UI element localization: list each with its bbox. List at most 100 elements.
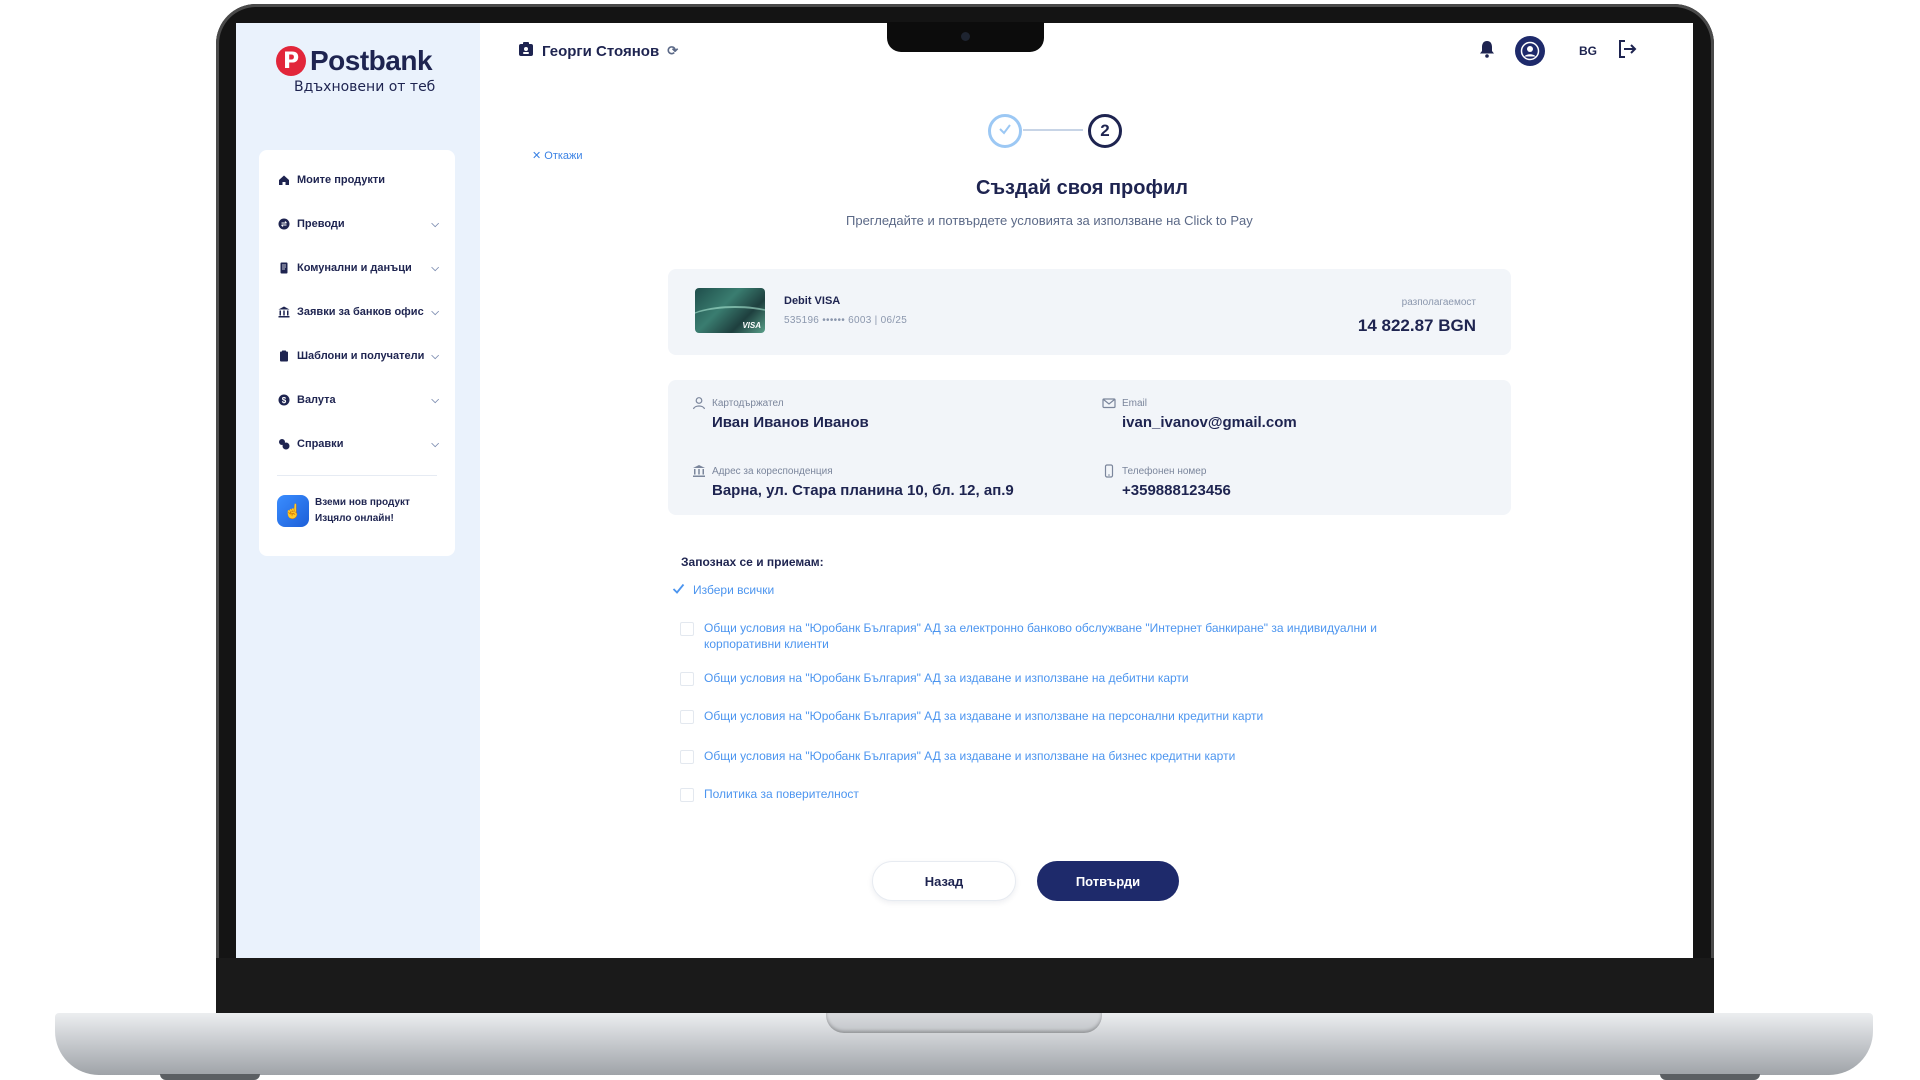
sidebar-item-currency[interactable]: $ Валута ⌵ bbox=[277, 390, 439, 410]
refresh-icon[interactable]: ⟳ bbox=[667, 43, 678, 59]
cardholder-details: Картодържател Иван Иванов Иванов Email i… bbox=[668, 380, 1511, 515]
checkbox[interactable] bbox=[680, 750, 694, 764]
term-checkbox-personal-credit-cards[interactable]: Общи условия на "Юробанк България" АД за… bbox=[680, 708, 1380, 724]
svg-text:$: $ bbox=[282, 396, 287, 405]
sidebar-nav: Моите продукти Преводи ⌵ Комунални и дан… bbox=[259, 150, 455, 556]
home-icon bbox=[277, 173, 291, 187]
cancel-label: Откажи bbox=[544, 150, 583, 162]
laptop-foot bbox=[1660, 1074, 1760, 1080]
cardholder-value: Иван Иванов Иванов bbox=[712, 414, 869, 431]
card-number: 535196 •••••• 6003 | 06/25 bbox=[784, 315, 908, 326]
term-label[interactable]: Политика за поверителност bbox=[704, 786, 859, 802]
term-label[interactable]: Общи условия на "Юробанк България" АД за… bbox=[704, 620, 1380, 652]
bank-icon bbox=[277, 305, 291, 319]
divider bbox=[277, 475, 437, 476]
avatar[interactable] bbox=[1515, 36, 1545, 66]
checkbox[interactable] bbox=[680, 788, 694, 802]
checkbox[interactable] bbox=[680, 622, 694, 636]
step-completed bbox=[988, 114, 1022, 148]
camera-icon bbox=[961, 32, 970, 41]
select-all-label: Избери всички bbox=[693, 583, 775, 597]
language-switcher[interactable]: BG bbox=[1579, 44, 1597, 58]
sidebar-item-label: Справки bbox=[297, 438, 344, 450]
step-current: 2 bbox=[1088, 114, 1122, 148]
email-field: Email ivan_ivanov@gmail.com bbox=[1102, 396, 1297, 431]
bell-icon[interactable] bbox=[1479, 40, 1495, 63]
terms-heading: Запознах се и приемам: bbox=[681, 555, 824, 569]
card-name: Debit VISA bbox=[784, 295, 841, 307]
address-label: Адрес за кореспонденция bbox=[712, 465, 833, 477]
sidebar-item-label: Преводи bbox=[297, 218, 345, 230]
term-label[interactable]: Общи условия на "Юробанк България" АД за… bbox=[704, 708, 1263, 724]
user-icon bbox=[692, 396, 706, 410]
sidebar-item-bank-office[interactable]: Заявки за банков офис ⌵ bbox=[277, 302, 439, 322]
app-screen: P Postbank Вдъхновени от теб Моите проду… bbox=[236, 23, 1693, 958]
term-label[interactable]: Общи условия на "Юробанк България" АД за… bbox=[704, 748, 1235, 764]
checkbox[interactable] bbox=[680, 672, 694, 686]
envelope-icon bbox=[1102, 396, 1116, 410]
select-all-checkbox[interactable]: Избери всички bbox=[672, 582, 774, 598]
term-checkbox-business-credit-cards[interactable]: Общи условия на "Юробанк България" АД за… bbox=[680, 748, 1380, 764]
chevron-down-icon[interactable]: ⌵ bbox=[431, 219, 439, 230]
camera-notch bbox=[887, 22, 1044, 52]
receipt-icon bbox=[277, 261, 291, 275]
visa-logo: VISA bbox=[742, 321, 761, 330]
clipboard-icon bbox=[277, 349, 291, 363]
transfer-icon bbox=[277, 217, 291, 231]
card-image: VISA bbox=[695, 288, 765, 333]
brand-name[interactable]: Postbank bbox=[310, 45, 433, 77]
sidebar-item-templates[interactable]: Шаблони и получатели ⌵ bbox=[277, 346, 439, 366]
checkbox[interactable] bbox=[680, 710, 694, 724]
chevron-down-icon[interactable]: ⌵ bbox=[431, 307, 439, 318]
user-badge-icon bbox=[518, 41, 534, 61]
phone-label: Телефонен номер bbox=[1122, 465, 1207, 477]
address-field: Адрес за кореспонденция Варна, ул. Стара… bbox=[692, 464, 1014, 499]
term-checkbox-debit-cards[interactable]: Общи условия на "Юробанк България" АД за… bbox=[680, 670, 1380, 686]
user-switcher[interactable]: Георги Стоянов ⟳ bbox=[518, 41, 678, 61]
term-label[interactable]: Общи условия на "Юробанк България" АД за… bbox=[704, 670, 1189, 686]
sidebar-item-reports[interactable]: Справки ⌵ bbox=[277, 434, 439, 454]
promo-subtitle: Изцяло онлайн! bbox=[315, 513, 394, 524]
sidebar-item-my-products[interactable]: Моите продукти bbox=[277, 170, 439, 190]
back-button[interactable]: Назад bbox=[872, 861, 1016, 901]
available-amount: 14 822.87 BGN bbox=[1357, 316, 1476, 335]
postbank-logo-icon[interactable]: P bbox=[276, 46, 306, 76]
page-title: Създай своя профил bbox=[976, 177, 1188, 199]
sidebar-item-label: Комунални и данъци bbox=[297, 262, 412, 274]
brand-tagline: Вдъхновени от теб bbox=[294, 79, 436, 95]
term-checkbox-privacy-policy[interactable]: Политика за поверителност bbox=[680, 786, 1380, 802]
sidebar-item-label: Моите продукти bbox=[297, 174, 386, 186]
header-actions: BG bbox=[1479, 36, 1637, 66]
email-label: Email bbox=[1122, 397, 1148, 409]
confirm-button[interactable]: Потвърди bbox=[1037, 861, 1179, 901]
brand: P Postbank Вдъхновени от теб bbox=[276, 45, 466, 95]
promo-title: Вземи нов продукт bbox=[315, 497, 410, 508]
sidebar-item-label: Шаблони и получатели bbox=[297, 350, 425, 362]
cardholder-field: Картодържател Иван Иванов Иванов bbox=[692, 396, 869, 431]
cardholder-label: Картодържател bbox=[712, 397, 784, 409]
email-value: ivan_ivanov@gmail.com bbox=[1122, 414, 1297, 431]
chevron-down-icon[interactable]: ⌵ bbox=[431, 395, 439, 406]
tap-hand-icon: ☝ bbox=[277, 495, 309, 527]
chevron-down-icon[interactable]: ⌵ bbox=[431, 351, 439, 362]
close-icon: ✕ bbox=[532, 150, 545, 162]
currency-icon: $ bbox=[277, 393, 291, 407]
chevron-down-icon[interactable]: ⌵ bbox=[431, 439, 439, 450]
new-product-promo[interactable]: ☝ Вземи нов продукт Изцяло онлайн! bbox=[277, 495, 410, 527]
sidebar-item-utilities[interactable]: Комунални и данъци ⌵ bbox=[277, 258, 439, 278]
card-summary: VISA Debit VISA 535196 •••••• 6003 | 06/… bbox=[668, 269, 1511, 355]
bank-icon bbox=[692, 464, 706, 478]
report-icon bbox=[277, 437, 291, 451]
laptop-foot bbox=[160, 1074, 260, 1080]
chevron-down-icon[interactable]: ⌵ bbox=[431, 263, 439, 274]
cancel-button[interactable]: ✕ Откажи bbox=[532, 149, 583, 162]
available-label: разполагаемост bbox=[1401, 297, 1476, 308]
sidebar-item-label: Валута bbox=[297, 394, 336, 406]
checkmark-icon bbox=[997, 121, 1013, 142]
sidebar-item-label: Заявки за банков офис bbox=[297, 306, 424, 318]
term-checkbox-ebanking[interactable]: Общи условия на "Юробанк България" АД за… bbox=[680, 620, 1380, 652]
logout-icon[interactable] bbox=[1617, 39, 1637, 64]
laptop-bezel bbox=[216, 958, 1714, 1014]
sidebar-item-transfers[interactable]: Преводи ⌵ bbox=[277, 214, 439, 234]
laptop-opening-notch bbox=[826, 1013, 1102, 1033]
